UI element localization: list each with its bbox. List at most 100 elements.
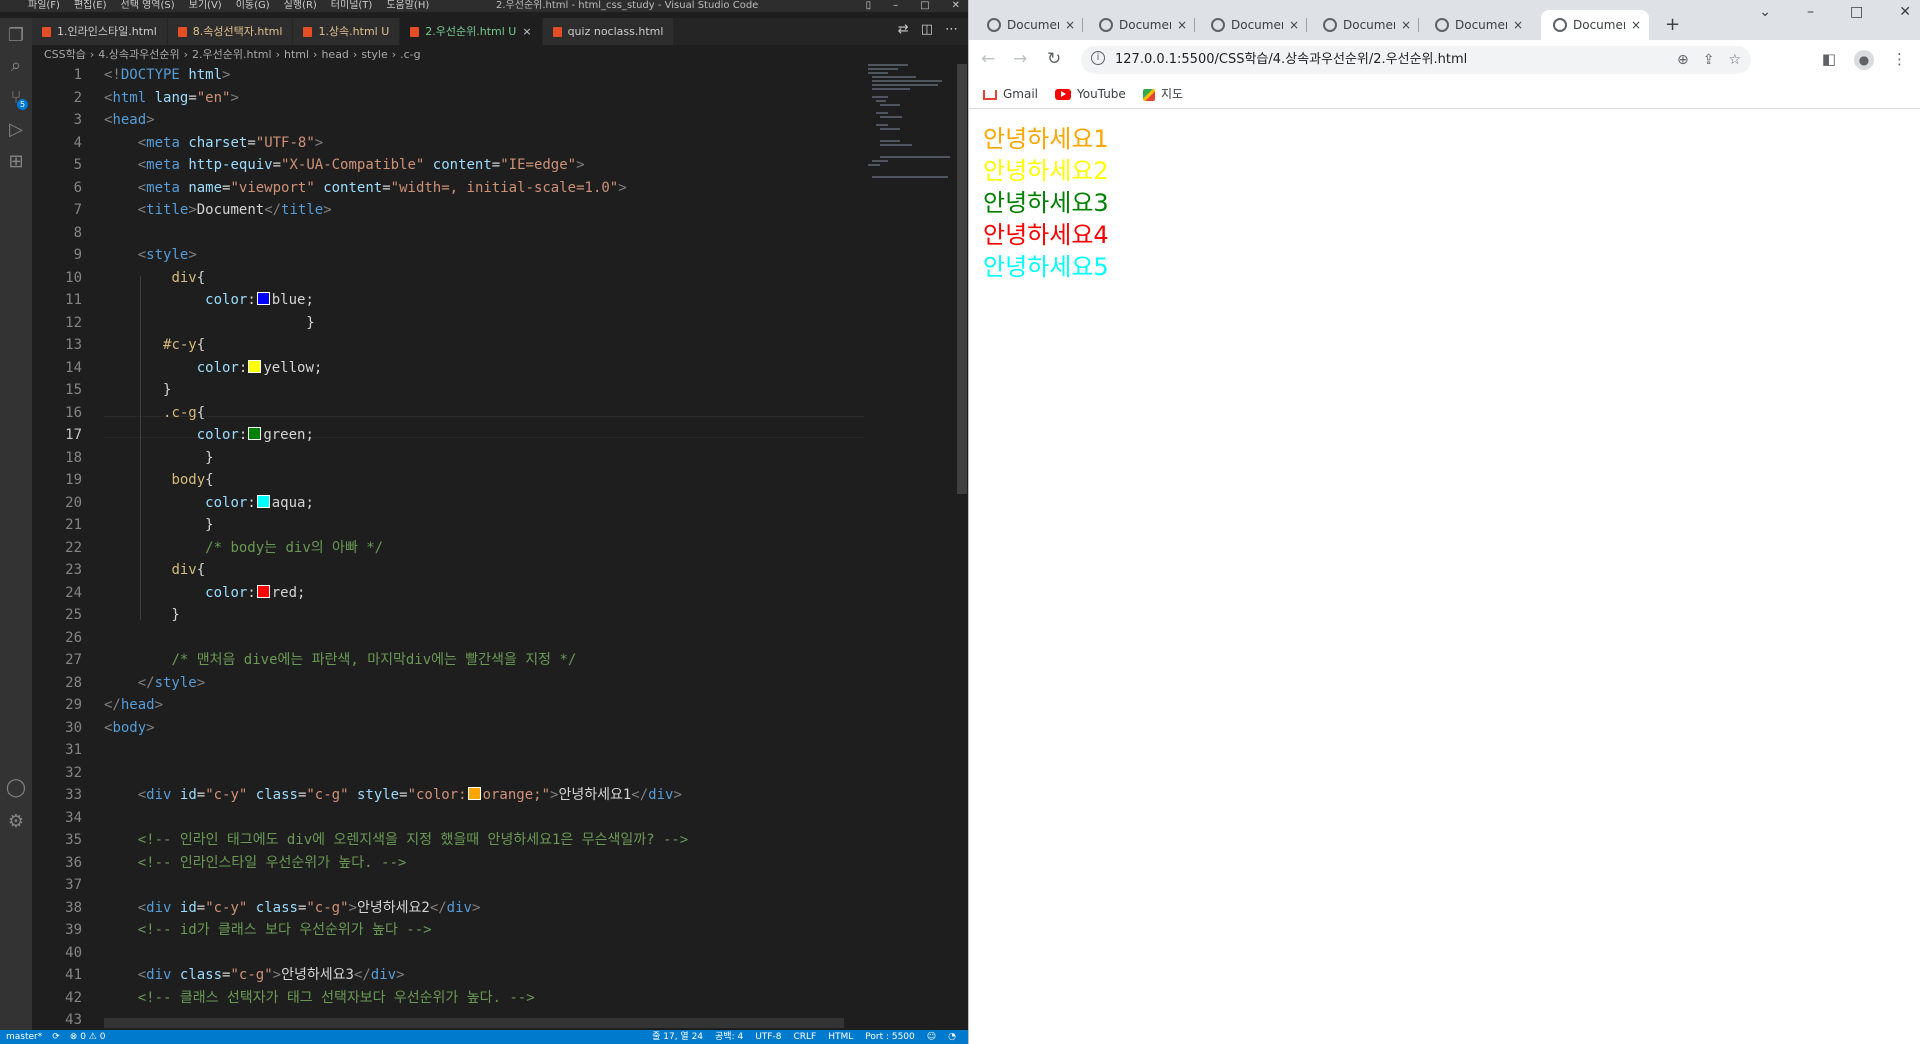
code-line[interactable]: div{ [104,559,205,581]
more-actions-icon[interactable]: ⋯ [945,22,958,37]
new-tab-button[interactable]: + [1665,14,1680,35]
code-line[interactable]: } [104,312,314,334]
browser-tab[interactable]: Document× [1087,10,1195,40]
close-tab-icon[interactable]: × [1401,10,1411,40]
menu-edit[interactable]: 편집(E) [74,0,107,11]
minimize-button[interactable]: – [893,0,898,11]
run-debug-icon[interactable]: ▷ [4,118,28,142]
code-line[interactable]: body{ [104,469,213,491]
code-line[interactable]: color: blue; [104,289,314,311]
browser-tab[interactable]: Document× [1311,10,1419,40]
code-line[interactable]: } [104,447,213,469]
maximize-button[interactable]: □ [1850,4,1863,20]
bookmark-star-icon[interactable]: ☆ [1728,52,1741,68]
maximize-button[interactable]: □ [920,0,929,11]
notifications-icon[interactable]: ◔ [948,1032,956,1042]
sync-icon[interactable]: ⟳ [52,1032,60,1042]
minimize-button[interactable]: – [1807,4,1814,20]
code-line[interactable]: <html lang="en"> [104,87,239,109]
bookmark-youtube[interactable]: YouTube [1055,82,1126,106]
split-editor-icon[interactable]: ◫ [921,22,933,37]
editor-scrollbar[interactable] [956,64,968,1030]
zoom-icon[interactable]: ⊕ [1677,52,1689,68]
breadcrumb-folder[interactable]: CSS학습 [44,48,86,61]
indentation[interactable]: 공백: 4 [715,1032,743,1042]
code-line[interactable]: /* 맨처음 dive에는 파란색, 마지막div에는 빨간색을 지정 */ [104,649,576,671]
color-swatch-icon[interactable] [467,787,481,800]
settings-gear-icon[interactable]: ⚙ [4,810,28,834]
code-line[interactable]: } [104,604,179,626]
account-icon[interactable]: ◯ [4,776,28,800]
code-line[interactable]: color: green; [104,424,314,446]
code-line[interactable]: .c-g{ [104,402,205,424]
horizontal-scrollbar[interactable] [104,1018,844,1028]
browser-tab-active[interactable]: Document× [1541,10,1649,40]
encoding[interactable]: UTF-8 [755,1032,781,1042]
line-ending[interactable]: CRLF [793,1032,816,1042]
search-icon[interactable]: ⌕ [4,54,28,78]
color-swatch-icon[interactable] [256,584,270,598]
code-line[interactable]: <style> [104,244,197,266]
close-tab-icon[interactable]: × [1065,10,1075,40]
code-line[interactable]: } [104,379,171,401]
tab-attribute-selector[interactable]: 8.속성선택자.html [167,18,294,45]
code-line[interactable]: color: yellow; [104,357,322,379]
code-line[interactable]: #c-y{ [104,334,205,356]
bookmark-gmail[interactable]: Gmail [983,82,1038,106]
code-line[interactable]: <!-- 인라인 태그에도 div에 오렌지색을 지정 했을때 안녕하세요1은 … [104,829,689,851]
close-tab-icon[interactable]: × [1631,10,1641,40]
back-button[interactable]: ← [981,49,995,69]
profile-avatar-icon[interactable]: ● [1854,50,1874,70]
close-button[interactable]: ✕ [952,0,960,11]
url-text[interactable]: 127.0.0.1:5500/CSS학습/4.상속과우선순위/2.우선순위.ht… [1115,46,1467,74]
code-line[interactable]: <!-- 인라인스타일 우선순위가 높다. --> [104,852,407,874]
code-line[interactable]: color: red; [104,582,305,604]
breadcrumb-selector[interactable]: .c-g [400,48,421,61]
close-tab-icon[interactable]: × [1513,10,1523,40]
code-line[interactable]: <head> [104,109,155,131]
code-line[interactable]: } [104,514,213,536]
tab-inheritance[interactable]: 1.상속.html U [293,18,401,45]
problems-indicator[interactable]: ⊗ 0 ⚠ 0 [70,1032,106,1042]
breadcrumb-head[interactable]: head [321,48,348,61]
tab-priority[interactable]: 2.우선순위.html U × [400,18,543,45]
code-line[interactable]: <meta http-equiv="X-UA-Compatible" conte… [104,154,585,176]
code-line[interactable]: </style> [104,672,205,694]
code-line[interactable]: </head> [104,694,163,716]
close-tab-icon[interactable]: × [1289,10,1299,40]
code-line[interactable]: <div id="c-y" class="c-g">안녕하세요2</div> [104,897,481,919]
language-mode[interactable]: HTML [828,1032,853,1042]
breadcrumb-subfolder[interactable]: 4.상속과우선순위 [98,48,179,61]
menu-run[interactable]: 실행(R) [284,0,317,11]
code-line[interactable]: /* body는 div의 아빠 */ [104,537,383,559]
feedback-icon[interactable]: ☺ [927,1032,936,1042]
menu-go[interactable]: 이동(G) [236,0,270,11]
reload-button[interactable]: ↻ [1047,49,1061,69]
cursor-position[interactable]: 줄 17, 열 24 [652,1032,703,1042]
code-line[interactable]: <meta name="viewport" content="width=, i… [104,177,627,199]
chrome-menu-icon[interactable]: ⋮ [1892,50,1907,68]
compare-icon[interactable]: ⇄ [898,22,909,37]
tab-inline-style[interactable]: 1.인라인스타일.html [32,18,168,45]
browser-tab[interactable]: Document× [1199,10,1307,40]
browser-tab[interactable]: Document× [975,10,1083,40]
color-swatch-icon[interactable] [256,494,270,508]
close-tab-icon[interactable]: × [1177,10,1187,40]
close-button[interactable]: ✕ [1899,4,1911,20]
git-branch[interactable]: master* [6,1032,42,1042]
menu-selection[interactable]: 선택 영역(S) [121,0,175,11]
code-line[interactable]: <body> [104,717,155,739]
bookmark-maps[interactable]: 지도 [1143,82,1183,106]
code-line[interactable]: div{ [104,267,205,289]
minimap[interactable] [868,64,956,184]
color-swatch-icon[interactable] [248,359,262,373]
menu-help[interactable]: 도움말(H) [386,0,429,11]
close-tab-icon[interactable]: × [522,25,531,38]
explorer-icon[interactable]: ❐ [4,24,28,48]
menu-view[interactable]: 보기(V) [189,0,222,11]
code-line[interactable]: <title>Document</title> [104,199,332,221]
share-icon[interactable]: ⇪ [1703,52,1715,68]
code-line[interactable]: color: aqua; [104,492,314,514]
site-info-icon[interactable]: i [1091,51,1105,65]
color-swatch-icon[interactable] [256,292,270,305]
